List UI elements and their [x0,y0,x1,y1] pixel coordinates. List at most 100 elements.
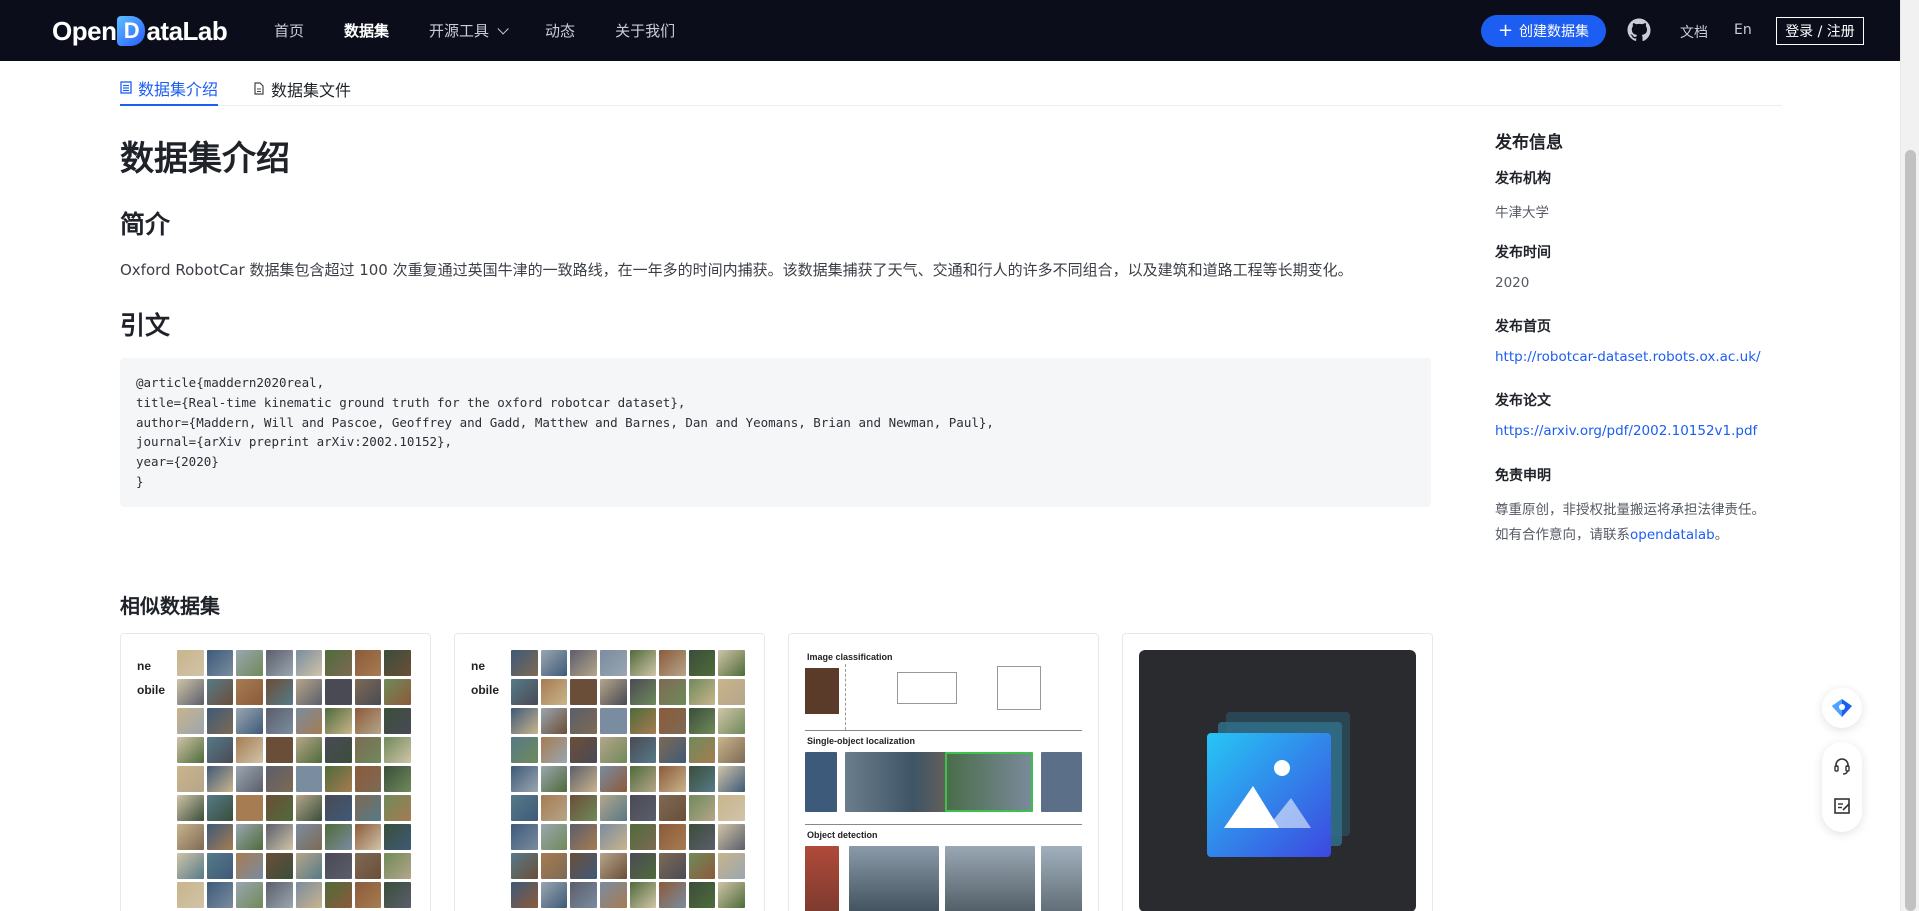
contact-opendatalab-link[interactable]: opendatalab [1630,527,1715,543]
grid-thumbnail-image [295,650,323,676]
grid-thumbnail-image [354,650,382,676]
grid-thumbnail-image [659,766,686,792]
homepage-link[interactable]: http://robotcar-dataset.robots.ox.ac.uk/ [1495,349,1761,365]
grid-thumbnail-image [599,766,627,792]
grid-thumbnail-image [177,824,204,850]
grid-thumbnail-image [629,882,657,908]
language-switch[interactable]: En [1734,22,1752,38]
grid-thumbnail-image [265,708,293,734]
grid-thumbnail-image [511,679,538,705]
grid-thumbnail-image [511,650,538,676]
assistant-float-button[interactable] [1822,688,1862,728]
thumbnail-photo [805,668,839,714]
file-icon [254,82,264,95]
grid-thumbnail-image [384,853,411,879]
summary-heading: 简介 [120,210,171,239]
create-dataset-button[interactable]: + 创建数据集 [1481,15,1606,47]
thumbnail-box [997,666,1041,710]
grid-thumbnail-image [718,737,745,763]
dataset-tabs: 数据集介绍 数据集文件 [120,61,1782,106]
summary-text: Oxford RobotCar 数据集包含超过 100 次重复通过英国牛津的一致… [120,261,1353,279]
disclaimer-line-1: 尊重原创，非授权批量搬运将承担法律责任。 [1495,502,1765,518]
grid-thumbnail-image [177,679,204,705]
grid-thumbnail-image [629,853,657,879]
grid-thumbnail-image [599,737,627,763]
grid-thumbnail-image [325,650,352,676]
homepage-label: 发布首页 [1495,319,1551,335]
nav-datasets[interactable]: 数据集 [344,20,389,41]
grid-thumbnail-image [599,824,627,850]
thumbnail-photo [805,846,839,911]
grid-thumbnail-image [384,708,411,734]
tab-dataset-intro[interactable]: 数据集介绍 [120,71,219,106]
thumbnail-section-title: Object detection [807,830,878,840]
nav-home[interactable]: 首页 [274,20,304,41]
scrollbar-thumb[interactable] [1905,150,1916,911]
grid-thumbnail-image [206,650,234,676]
chevron-down-icon [497,22,509,35]
thumbnail-photo [849,846,939,911]
grid-thumbnail-image [629,795,657,821]
page-scrollbar[interactable] [1900,0,1919,911]
grid-thumbnail-image [629,679,657,705]
grid-thumbnail-image [236,737,263,763]
grid-thumbnail-image [511,824,538,850]
nav-about[interactable]: 关于我们 [615,20,675,41]
nav-open-tools-label: 开源工具 [429,22,490,40]
grid-thumbnail-image [206,766,234,792]
grid-thumbnail-image [688,679,716,705]
citation-line: journal={arXiv preprint arXiv:2002.10152… [136,434,453,450]
grid-thumbnail-image [265,766,293,792]
image-grid [177,650,411,911]
publish-time-value: 2020 [1495,275,1530,291]
grid-thumbnail-image [511,882,538,908]
grid-thumbnail-image [659,708,686,734]
grid-thumbnail-image [325,853,352,879]
login-register-button[interactable]: 登录 / 注册 [1776,17,1864,45]
grid-thumbnail-image [265,824,293,850]
feedback-edit-icon[interactable] [1832,796,1852,816]
thumbnail-photo [1041,846,1082,911]
tab-dataset-intro-label: 数据集介绍 [138,79,219,99]
grid-thumbnail-image [177,853,204,879]
grid-thumbnail-image [599,882,627,908]
grid-thumbnail-image [325,708,352,734]
opendatalab-logo[interactable]: Open D ataLab [52,14,228,48]
nav-news[interactable]: 动态 [545,20,575,41]
grid-thumbnail-image [206,882,234,908]
grid-thumbnail-image [265,737,293,763]
page-title: 数据集介绍 [120,139,290,179]
similar-dataset-card[interactable]: ne obile [454,633,765,911]
thumbnail-section-title: Image classification [807,652,893,662]
grid-thumbnail-image [599,853,627,879]
paper-link[interactable]: https://arxiv.org/pdf/2002.10152v1.pdf [1495,423,1757,439]
grid-thumbnail-image [540,882,568,908]
thumbnail-box [897,672,957,704]
similar-dataset-card[interactable]: ne obile [120,633,431,911]
grid-thumbnail-image [206,795,234,821]
grid-thumbnail-image [354,679,382,705]
grid-thumbnail-image [265,650,293,676]
citation-block[interactable]: @article{maddern2020real, title={Real-ti… [120,358,1431,507]
tab-dataset-files[interactable]: 数据集文件 [253,71,351,106]
thumbnail-section-title: Single-object localization [807,736,916,746]
citation-line: title={Real-time kinematic ground truth … [136,394,686,410]
grid-thumbnail-image [236,766,263,792]
dataset-thumbnail: ne obile [137,650,414,911]
grid-thumbnail-image [325,737,352,763]
tab-dataset-files-label: 数据集文件 [271,80,352,100]
docs-link[interactable]: 文档 [1680,22,1708,42]
grid-thumbnail-image [511,853,538,879]
disclaimer-line-2: 如有合作意向，请联系opendatalab。 [1495,523,1795,543]
similar-dataset-card[interactable] [1122,633,1433,911]
headset-icon[interactable] [1832,756,1852,776]
grid-thumbnail-image [354,824,382,850]
create-dataset-label: 创建数据集 [1519,24,1590,40]
grid-thumbnail-image [718,882,745,908]
similar-dataset-card[interactable]: Image classification Single-object local… [788,633,1099,911]
github-icon[interactable] [1627,18,1651,42]
nav-open-tools[interactable]: 开源工具 [429,20,509,41]
publisher-value: 牛津大学 [1495,205,1549,221]
grid-thumbnail-image [354,766,382,792]
grid-thumbnail-image [206,824,234,850]
